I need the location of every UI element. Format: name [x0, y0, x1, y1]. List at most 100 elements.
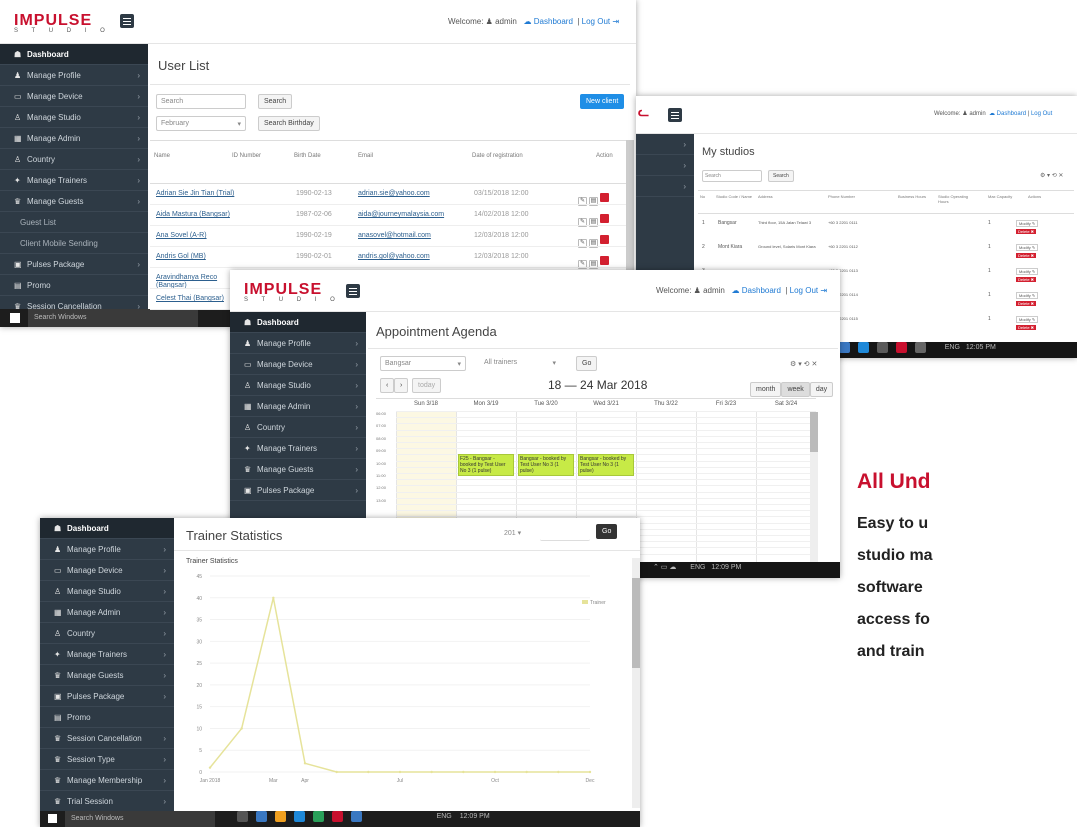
- edge-icon[interactable]: [857, 342, 869, 353]
- sidebar-item[interactable]: ▤ Promo: [0, 275, 148, 296]
- taskbar-search[interactable]: Search Windows: [27, 309, 198, 327]
- search-input[interactable]: Search: [156, 94, 246, 109]
- sidebar-item[interactable]: ✦ Manage Trainers ›: [40, 644, 174, 665]
- app-icon[interactable]: [895, 342, 907, 353]
- search-button[interactable]: Search: [768, 170, 794, 182]
- delete-icon[interactable]: [600, 214, 609, 223]
- delete-icon[interactable]: [600, 193, 609, 202]
- sidebar-item[interactable]: ▣ Pulses Package ›: [230, 480, 366, 501]
- sidebar-item[interactable]: ♛ Manage Guests ›: [230, 459, 366, 480]
- year-select[interactable]: 201 ▾: [500, 526, 534, 541]
- sidebar-item[interactable]: Guest List: [0, 212, 148, 233]
- view-day-button[interactable]: day: [809, 382, 834, 397]
- logout-link[interactable]: Log Out ⇥: [582, 17, 619, 26]
- sidebar-arrow[interactable]: ›: [636, 155, 694, 176]
- modify-button[interactable]: Modify ✎: [1016, 316, 1039, 323]
- delete-icon[interactable]: [600, 235, 609, 244]
- modify-button[interactable]: Modify ✎: [1016, 244, 1039, 251]
- sidebar-item[interactable]: ☗ Dashboard: [0, 44, 148, 65]
- new-client-button[interactable]: New client: [580, 94, 625, 109]
- email-link[interactable]: andris.gol@yahoo.com: [358, 253, 430, 260]
- email-link[interactable]: adrian.sie@yahoo.com: [358, 190, 430, 197]
- dashboard-link[interactable]: ☁ Dashboard: [524, 17, 573, 26]
- logout-link[interactable]: Log Out ⇥: [790, 286, 827, 295]
- calendar-event[interactable]: F25 - Bangsar - booked by Test User No 3…: [458, 454, 514, 477]
- modify-button[interactable]: Modify ✎: [1016, 292, 1039, 299]
- app-icon[interactable]: [876, 342, 888, 353]
- column-header[interactable]: Date of registration: [472, 153, 523, 159]
- chart-scrollbar[interactable]: [632, 558, 640, 808]
- sidebar-item[interactable]: ☗ Dashboard: [40, 518, 174, 539]
- sidebar-item[interactable]: ☗ Dashboard: [230, 312, 366, 333]
- sidebar-item[interactable]: ▦ Manage Admin ›: [0, 128, 148, 149]
- app-icon[interactable]: [274, 811, 286, 822]
- sidebar-item[interactable]: ♙ Country ›: [40, 623, 174, 644]
- calendar-event[interactable]: Bangsar - booked by Test User No 3 (1 pu…: [518, 454, 574, 477]
- app-icon[interactable]: [331, 811, 343, 822]
- user-name-link[interactable]: Aida Mastura (Bangsar): [156, 211, 230, 218]
- period-input[interactable]: [540, 526, 590, 541]
- search-birthday-button[interactable]: Search Birthday: [258, 116, 320, 131]
- column-header[interactable]: Email: [358, 153, 373, 159]
- user-name-link[interactable]: Adrian Sie Jin Tian (Trial): [156, 190, 234, 197]
- sidebar-item[interactable]: ▭ Manage Device ›: [40, 560, 174, 581]
- sidebar-item[interactable]: ♛ Manage Guests ›: [0, 191, 148, 212]
- email-link[interactable]: aida@journeymalaysia.com: [358, 211, 444, 218]
- next-button[interactable]: ›: [394, 378, 409, 393]
- store-icon[interactable]: [839, 342, 850, 353]
- modify-button[interactable]: Modify ✎: [1016, 220, 1039, 227]
- delete-button[interactable]: Delete ✖: [1016, 277, 1037, 282]
- user-name-link[interactable]: Celest Thai (Bangsar): [156, 295, 226, 303]
- delete-button[interactable]: Delete ✖: [1016, 325, 1037, 330]
- delete-icon[interactable]: [600, 256, 609, 265]
- trainer-select[interactable]: All trainers ▾: [480, 356, 560, 371]
- delete-button[interactable]: Delete ✖: [1016, 253, 1037, 258]
- go-button[interactable]: Go: [596, 524, 618, 539]
- column-header[interactable]: Address: [758, 194, 798, 199]
- app-icon[interactable]: [255, 811, 267, 822]
- sidebar-item[interactable]: ♟ Manage Profile ›: [40, 539, 174, 560]
- toolbar-icons[interactable]: ⚙ ▾ ⟲ ✕: [790, 360, 817, 368]
- column-header[interactable]: Birth Date: [294, 153, 321, 159]
- view-month-button[interactable]: month: [750, 382, 782, 397]
- menu-toggle-button[interactable]: [346, 284, 360, 298]
- app-icon[interactable]: [312, 811, 324, 822]
- column-header[interactable]: Studio Code / Name: [716, 194, 756, 199]
- sidebar-item[interactable]: ♟ Manage Profile ›: [230, 333, 366, 354]
- search-button[interactable]: Search: [258, 94, 293, 109]
- app-icon[interactable]: [914, 342, 926, 353]
- studio-select[interactable]: Bangsar ▾: [380, 356, 466, 371]
- sidebar-item[interactable]: ▣ Pulses Package ›: [0, 254, 148, 275]
- app-icon[interactable]: [350, 811, 362, 822]
- sidebar-item[interactable]: ✦ Manage Trainers ›: [0, 170, 148, 191]
- prev-button[interactable]: ‹: [380, 378, 395, 393]
- column-header[interactable]: Name: [154, 153, 170, 159]
- sidebar-item[interactable]: ▭ Manage Device ›: [230, 354, 366, 375]
- column-header[interactable]: Action: [596, 153, 613, 159]
- sidebar-item[interactable]: ▦ Manage Admin ›: [230, 396, 366, 417]
- column-header[interactable]: Max Capacity: [988, 194, 1028, 199]
- logout-link[interactable]: Log Out: [1031, 111, 1052, 117]
- sidebar-item[interactable]: Client Mobile Sending: [0, 233, 148, 254]
- dashboard-link[interactable]: ☁ Dashboard: [732, 286, 781, 295]
- sidebar-item[interactable]: ▤ Promo: [40, 707, 174, 728]
- windows-start-icon[interactable]: [48, 814, 57, 823]
- column-header[interactable]: Business Hours: [898, 194, 938, 199]
- table-scrollbar[interactable]: [626, 140, 634, 270]
- sidebar-item[interactable]: ♙ Manage Studio ›: [0, 107, 148, 128]
- menu-toggle-button[interactable]: [120, 14, 134, 28]
- delete-button[interactable]: Delete ✖: [1016, 301, 1037, 306]
- sidebar-item[interactable]: ✦ Manage Trainers ›: [230, 438, 366, 459]
- menu-toggle-button[interactable]: [668, 108, 682, 122]
- modify-button[interactable]: Modify ✎: [1016, 268, 1039, 275]
- sidebar-item[interactable]: ♛ Session Cancellation ›: [40, 728, 174, 749]
- app-icon[interactable]: [293, 811, 305, 822]
- dashboard-link[interactable]: ☁ Dashboard: [989, 111, 1026, 117]
- sidebar-item[interactable]: ▭ Manage Device ›: [0, 86, 148, 107]
- sidebar-item[interactable]: ♙ Manage Studio ›: [230, 375, 366, 396]
- sidebar-item[interactable]: ♛ Trial Session ›: [40, 791, 174, 812]
- sidebar-item[interactable]: ♙ Country ›: [230, 417, 366, 438]
- sidebar-item[interactable]: ▦ Manage Admin ›: [40, 602, 174, 623]
- sidebar-item[interactable]: ♛ Manage Membership ›: [40, 770, 174, 791]
- go-button[interactable]: Go: [576, 356, 598, 371]
